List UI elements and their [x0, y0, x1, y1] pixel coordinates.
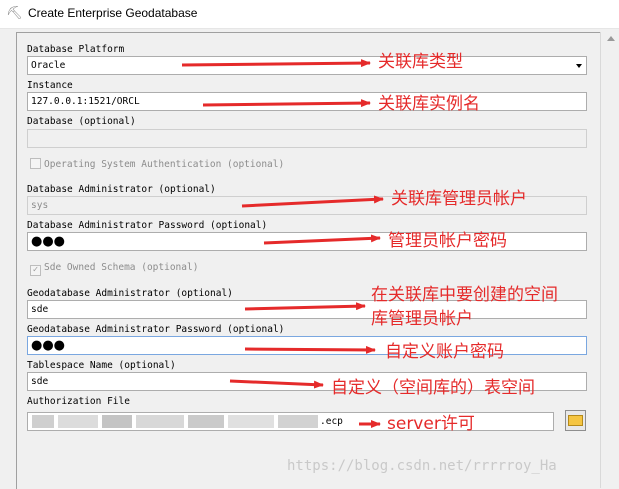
sde-owned-schema-label: Sde Owned Schema (optional): [44, 262, 199, 273]
watermark: https://blog.csdn.net/rrrrroy_Ha: [287, 458, 557, 474]
database-platform-value: Oracle: [31, 60, 66, 71]
authorization-file-label: Authorization File: [27, 396, 130, 407]
sde-owned-schema-checkbox[interactable]: ✓: [30, 265, 41, 276]
database-platform-label: Database Platform: [27, 44, 125, 55]
database-input[interactable]: [27, 129, 587, 148]
db-admin-password-label: Database Administrator Password (optiona…: [27, 220, 268, 231]
database-label: Database (optional): [27, 116, 136, 127]
open-folder-icon: [568, 415, 583, 426]
vertical-scrollbar[interactable]: [600, 32, 619, 488]
db-admin-password-input[interactable]: ●●●: [27, 232, 587, 251]
os-authentication-row[interactable]: Operating System Authentication (optiona…: [30, 158, 284, 170]
redacted-path-block: [228, 415, 274, 428]
os-authentication-checkbox[interactable]: [30, 158, 41, 169]
window-title: Create Enterprise Geodatabase: [28, 6, 198, 20]
redacted-path-block: [188, 415, 224, 428]
gdb-admin-password-label: Geodatabase Administrator Password (opti…: [27, 324, 285, 335]
gdb-admin-password-input[interactable]: ●●●: [27, 336, 587, 355]
sde-owned-schema-row[interactable]: ✓ Sde Owned Schema (optional): [30, 262, 198, 276]
tablespace-label: Tablespace Name (optional): [27, 360, 176, 371]
dropdown-arrow-icon[interactable]: [576, 64, 582, 68]
authorization-file-value: .ecp: [320, 416, 343, 427]
redacted-path-block: [102, 415, 132, 428]
browse-file-button[interactable]: [565, 410, 586, 431]
db-admin-input[interactable]: sys: [27, 196, 587, 215]
instance-input[interactable]: 127.0.0.1:1521/ORCL: [27, 92, 587, 111]
gdb-admin-input[interactable]: sde: [27, 300, 587, 319]
scroll-up-arrow-icon[interactable]: [607, 36, 615, 41]
os-authentication-label: Operating System Authentication (optiona…: [44, 159, 285, 170]
title-bar: ⛏ Create Enterprise Geodatabase: [0, 0, 619, 29]
authorization-file-input[interactable]: .ecp: [27, 412, 554, 431]
tablespace-input[interactable]: sde: [27, 372, 587, 391]
database-platform-select[interactable]: Oracle: [27, 56, 587, 75]
db-admin-label: Database Administrator (optional): [27, 184, 216, 195]
gdb-admin-label: Geodatabase Administrator (optional): [27, 288, 233, 299]
redacted-path-block: [58, 415, 98, 428]
redacted-path-block: [278, 415, 318, 428]
instance-label: Instance: [27, 80, 73, 91]
arcgis-tool-icon: ⛏: [6, 6, 23, 21]
redacted-path-block: [32, 415, 54, 428]
redacted-path-block: [136, 415, 184, 428]
